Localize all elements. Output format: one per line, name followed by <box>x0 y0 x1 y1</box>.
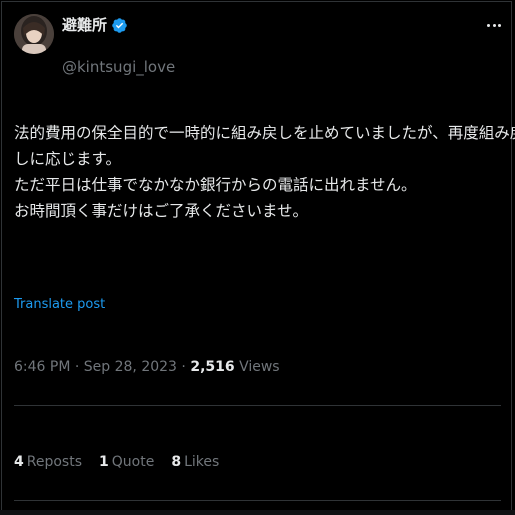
tweet-line: しに応じます。 <box>14 150 121 168</box>
divider-top <box>14 405 501 406</box>
more-options-icon[interactable] <box>487 22 501 28</box>
tweet-frame <box>1 1 512 512</box>
author-name-row: 避難所 <box>62 15 128 35</box>
views-count: 2,516 <box>190 359 235 375</box>
post-time[interactable]: 6:46 PM <box>14 359 70 375</box>
verified-badge-icon <box>111 17 128 34</box>
likes-count: 8 <box>171 454 182 470</box>
reposts-label: Reposts <box>26 454 82 470</box>
tweet-line: 法的費用の保全目的で一時的に組み戻しを止めていましたが、再度組み戻 <box>14 124 515 142</box>
likes-label: Likes <box>184 454 220 470</box>
bottom-strip <box>0 510 515 515</box>
reposts-stat[interactable]: 4 Reposts <box>14 452 82 472</box>
translate-post-link[interactable]: Translate post <box>14 296 105 314</box>
meta-separator: · <box>176 359 191 375</box>
avatar-photo-icon <box>14 14 54 54</box>
divider-bottom <box>14 500 501 501</box>
quotes-label: Quote <box>111 454 155 470</box>
meta-separator: · <box>70 359 84 375</box>
likes-stat[interactable]: 8 Likes <box>171 452 219 472</box>
quotes-stat[interactable]: 1 Quote <box>99 452 154 472</box>
display-name[interactable]: 避難所 <box>62 15 107 35</box>
quotes-count: 1 <box>99 454 109 470</box>
avatar[interactable] <box>14 14 54 54</box>
post-date[interactable]: Sep 28, 2023 <box>84 359 177 375</box>
tweet-line: ただ平日は仕事でなかなか銀行からの電話に出れません。 <box>14 176 417 194</box>
author-handle[interactable]: @kintsugi_love <box>62 57 175 77</box>
engagement-stats: 4 Reposts 1 Quote 8 Likes <box>14 452 219 472</box>
tweet-text: 法的費用の保全目的で一時的に組み戻しを止めていましたが、再度組み戻 しに応じます… <box>14 120 515 224</box>
reposts-count: 4 <box>14 454 24 470</box>
tweet-meta: 6:46 PM · Sep 28, 2023 · 2,516 Views <box>14 357 280 377</box>
tweet-line: お時間頂く事だけはご了承くださいませ。 <box>14 202 309 220</box>
views-label: Views <box>239 359 280 375</box>
